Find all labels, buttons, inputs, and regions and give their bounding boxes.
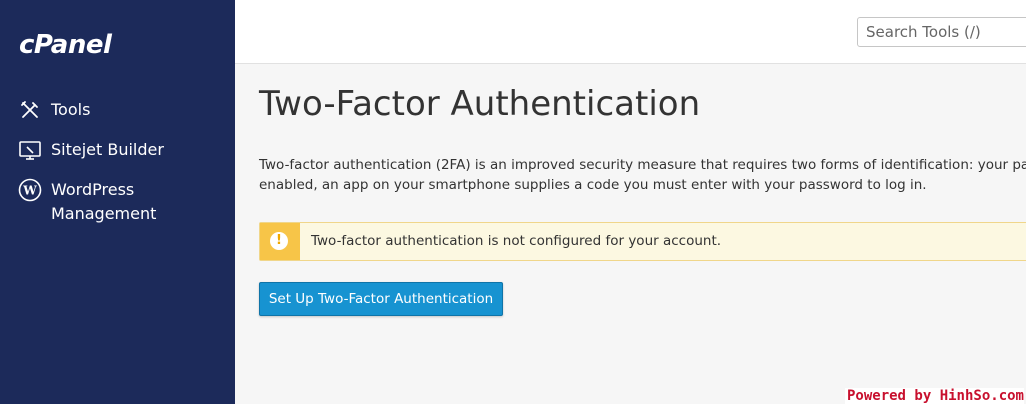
cpanel-logo[interactable]: cPanel xyxy=(19,30,112,60)
alert-icon-bar: ! xyxy=(260,223,300,260)
setup-2fa-button[interactable]: Set Up Two-Factor Authentication xyxy=(259,282,503,316)
warning-icon: ! xyxy=(270,232,288,250)
sidebar-item-label: WordPress Management xyxy=(51,180,157,223)
page-title: Two-Factor Authentication xyxy=(259,84,701,124)
svg-text:W: W xyxy=(22,184,37,198)
watermark: Powered by HinhSo.com xyxy=(844,388,1024,404)
sidebar-item-label: Tools xyxy=(51,100,91,119)
wordpress-icon: W xyxy=(18,178,42,202)
warning-alert: ! Two-factor authentication is not confi… xyxy=(259,222,1026,261)
sitejet-icon xyxy=(18,138,42,162)
search-input[interactable] xyxy=(857,17,1026,47)
page-description: Two-factor authentication (2FA) is an im… xyxy=(259,157,1026,193)
sidebar: cPanel Tools Sitejet Builder W WordPress… xyxy=(0,0,235,404)
sidebar-item-label: Sitejet Builder xyxy=(51,140,164,159)
sidebar-item-wordpress-management[interactable]: W WordPress Management xyxy=(18,178,156,226)
tools-icon xyxy=(18,98,42,122)
sidebar-item-sitejet-builder[interactable]: Sitejet Builder xyxy=(18,138,164,162)
sidebar-item-tools[interactable]: Tools xyxy=(18,98,90,122)
alert-message: Two-factor authentication is not configu… xyxy=(311,233,722,249)
